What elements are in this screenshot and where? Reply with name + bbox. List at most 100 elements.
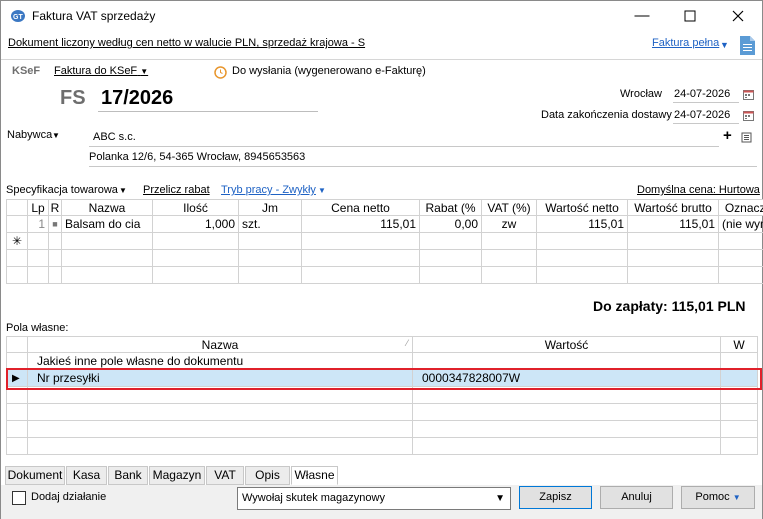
column-header-field-value[interactable]: Wartość [412, 336, 721, 353]
items-header-row: Lp R Nazwa Ilość Jm Cena netto Rabat (% … [6, 199, 763, 216]
cell-gross-value[interactable]: 115,01 [627, 215, 719, 233]
close-icon [732, 10, 744, 22]
column-header-name[interactable]: Nazwa [61, 199, 153, 216]
tab-cash[interactable]: Kasa [66, 466, 107, 485]
cell-net-value[interactable]: 115,01 [536, 215, 628, 233]
list-icon[interactable] [741, 132, 752, 143]
default-price-link[interactable]: Domyślna cena: Hurtowa [637, 184, 760, 196]
column-header-unit[interactable]: Jm [238, 199, 302, 216]
cell-field-w[interactable] [720, 369, 758, 387]
cell-field-value[interactable] [412, 352, 721, 370]
stock-effect-select[interactable]: Wywołaj skutek magazynowy ▼ [237, 487, 511, 510]
buyer-name[interactable]: ABC s.c. [93, 131, 136, 143]
minimize-button[interactable]: — [620, 4, 664, 28]
table-row[interactable]: 1 ■ Balsam do cia 1,000 szt. 115,01 0,00… [6, 215, 763, 233]
custom-fields-header-row: Nazwa ⁄ Wartość W [6, 336, 758, 353]
cell-unit[interactable]: szt. [238, 215, 302, 233]
chevron-down-icon[interactable]: ▼ [119, 186, 127, 195]
cell-mark[interactable]: (nie wym [718, 215, 763, 233]
add-buyer-icon[interactable]: + [723, 127, 732, 144]
column-header-vat[interactable]: VAT (%) [481, 199, 537, 216]
issue-date-underline [673, 102, 739, 103]
table-row-selected[interactable]: ▶ Nr przesyłki 0000347828007W [6, 369, 758, 387]
table-row[interactable]: Jakieś inne pole własne do dokumentu [6, 352, 758, 370]
column-header-gross-value[interactable]: Wartość brutto [627, 199, 719, 216]
svg-text:GT: GT [13, 14, 23, 21]
cell-field-value[interactable]: 0000347828007W [412, 369, 721, 387]
cell-net-price[interactable]: 115,01 [301, 215, 420, 233]
custom-fields-label: Pola własne: [6, 322, 69, 334]
issue-date-field[interactable]: 24-07-2026 [674, 88, 730, 100]
ksef-status: Do wysłania (wygenerowano e-Fakturę) [232, 65, 426, 77]
column-header-net-value[interactable]: Wartość netto [536, 199, 628, 216]
calendar-icon[interactable] [743, 110, 754, 121]
spec-dropdown[interactable]: Specyfikacja towarowa [6, 184, 118, 196]
cell-name[interactable]: Balsam do cia [61, 215, 153, 233]
cell-field-name[interactable]: Nr przesyłki [27, 369, 413, 387]
column-header-qty[interactable]: Ilość [152, 199, 239, 216]
document-icon[interactable] [739, 35, 756, 56]
column-header-w[interactable]: W [720, 336, 758, 353]
new-row[interactable]: ✳ [6, 232, 763, 250]
current-row-icon: ▶ [12, 372, 20, 384]
tab-document[interactable]: Dokument [5, 466, 65, 485]
buyer-name-underline [89, 146, 719, 147]
cell-vat[interactable]: zw [481, 215, 537, 233]
tab-vat[interactable]: VAT [206, 466, 244, 485]
minimize-icon: — [634, 7, 650, 24]
column-header-mark[interactable]: Oznacze [718, 199, 763, 216]
recalc-discount-link[interactable]: Przelicz rabat [143, 184, 210, 196]
help-button[interactable]: Pomoc ▼ [681, 486, 755, 509]
full-invoice-link[interactable]: Faktura pełna [652, 37, 719, 49]
place-label: Wrocław [620, 88, 662, 100]
empty-row [6, 437, 758, 455]
chevron-down-icon: ▼ [495, 493, 505, 504]
invoice-window: GT Faktura VAT sprzedaży — Dokument licz… [0, 0, 763, 519]
cell-qty[interactable]: 1,000 [152, 215, 239, 233]
document-number[interactable]: 17/2026 [101, 87, 173, 110]
chevron-down-icon[interactable]: ▼ [720, 40, 729, 50]
document-number-underline [98, 111, 318, 112]
tab-bank[interactable]: Bank [108, 466, 148, 485]
buyer-dropdown[interactable]: Nabywca [7, 129, 52, 141]
save-button[interactable]: Zapisz [519, 486, 592, 509]
cell-lp[interactable]: 1 [27, 215, 49, 233]
delivery-date-underline [673, 123, 739, 124]
chevron-down-icon[interactable]: ▼ [318, 186, 326, 195]
amount-to-pay: Do zapłaty: 115,01 PLN [593, 298, 746, 314]
add-action-checkbox[interactable] [12, 491, 26, 505]
column-header-field-name[interactable]: Nazwa ⁄ [27, 336, 413, 353]
buyer-address: Polanka 12/6, 54-365 Wrocław, 8945653563 [89, 151, 306, 163]
delivery-date-label: Data zakończenia dostawy [541, 109, 672, 121]
chevron-down-icon[interactable]: ▼ [52, 131, 60, 140]
cell-field-w[interactable] [720, 352, 758, 370]
tab-custom[interactable]: Własne [291, 466, 338, 485]
cell-field-name[interactable]: Jakieś inne pole własne do dokumentu [27, 352, 413, 370]
column-header-net-price[interactable]: Cena netto [301, 199, 420, 216]
row-indicator[interactable]: ▶ [6, 369, 28, 387]
empty-row [6, 266, 763, 284]
empty-row [6, 249, 763, 267]
cancel-button[interactable]: Anuluj [600, 486, 673, 509]
ksef-row: KSeF Faktura do KSeF ▼ Do wysłania (wyge… [1, 61, 762, 83]
document-description-link[interactable]: Dokument liczony według cen netto w walu… [8, 37, 365, 49]
column-header-discount[interactable]: Rabat (% [419, 199, 482, 216]
add-action-label[interactable]: Dodaj działanie [31, 491, 106, 503]
row-indicator[interactable] [6, 352, 28, 370]
cell-r[interactable]: ■ [48, 215, 62, 233]
cell-discount[interactable]: 0,00 [419, 215, 482, 233]
column-header-r[interactable]: R [48, 199, 62, 216]
tab-description[interactable]: Opis [245, 466, 290, 485]
calendar-icon[interactable] [743, 89, 754, 100]
empty-row [6, 420, 758, 438]
title-bar: GT Faktura VAT sprzedaży — [1, 1, 762, 32]
ksef-dropdown[interactable]: Faktura do KSeF ▼ [54, 65, 148, 77]
work-mode-dropdown[interactable]: Tryb pracy - Zwykły [221, 184, 316, 196]
delivery-date-field[interactable]: 24-07-2026 [674, 109, 730, 121]
tab-warehouse[interactable]: Magazyn [149, 466, 205, 485]
column-header-lp[interactable]: Lp [27, 199, 49, 216]
row-indicator[interactable] [6, 215, 28, 233]
chevron-down-icon: ▼ [140, 67, 149, 76]
close-button[interactable] [716, 4, 760, 28]
maximize-button[interactable] [668, 4, 712, 28]
